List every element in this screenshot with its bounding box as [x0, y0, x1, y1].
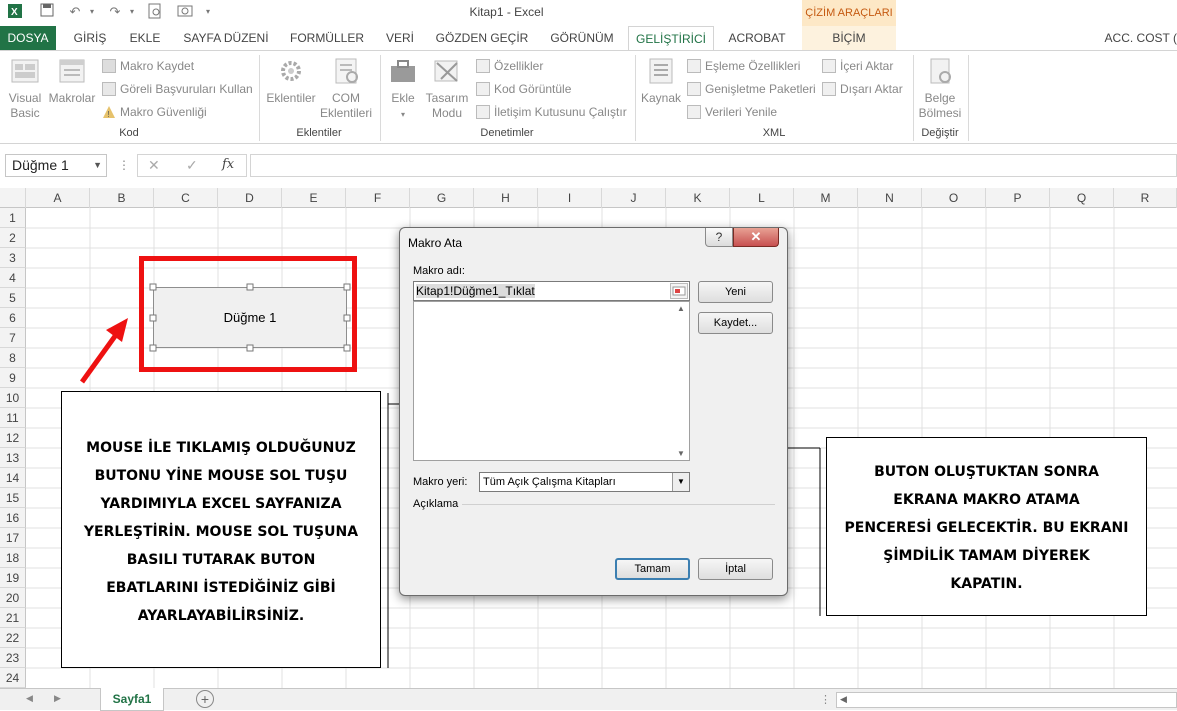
note-line: PENCERESİ GELECEKTİR. BU EKRANI — [844, 520, 1129, 536]
assign-macro-dialog: Makro Ata ? ✕ Makro adı: Kitap1!Düğme1_T… — [399, 227, 788, 596]
tab-split-handle[interactable]: ⋮ — [820, 693, 831, 706]
note-line: BUTON OLUŞTUKTAN SONRA — [874, 464, 1099, 480]
dialog-title: Makro Ata — [408, 236, 463, 250]
note-line: BUTONU YİNE MOUSE SOL TUŞU — [94, 468, 348, 484]
add-sheet-icon[interactable]: + — [196, 690, 214, 708]
sheet-tab-active[interactable]: Sayfa1 — [100, 688, 164, 711]
note-line: AYARLAYABİLİRSİNİZ. — [137, 608, 305, 624]
note-line: KAPATIN. — [950, 576, 1023, 592]
range-select-icon[interactable] — [670, 283, 688, 299]
description-label: Açıklama — [413, 498, 459, 510]
chevron-down-icon[interactable]: ▼ — [672, 473, 689, 491]
macro-name-input[interactable]: Kitap1!Düğme1_Tıklat — [413, 281, 690, 301]
scroll-left-icon[interactable]: ◀ — [840, 694, 847, 705]
note-line: MOUSE İLE TIKLAMIŞ OLDUĞUNUZ — [86, 440, 356, 456]
close-button[interactable]: ✕ — [733, 228, 779, 247]
next-sheet-icon[interactable]: ▶ — [54, 693, 61, 704]
macro-location-select[interactable]: Tüm Açık Çalışma Kitapları ▼ — [479, 472, 690, 492]
sheet-tabs-bar: ◀ ▶ Sayfa1 + ⋮ ◀ — [0, 688, 1177, 711]
macro-name-label: Makro adı: — [413, 265, 465, 277]
note-line: ŞİMDİLİK TAMAM DİYEREK — [883, 548, 1090, 564]
macro-location-label: Makro yeri: — [413, 476, 468, 488]
note-line: EBATLARINI İSTEDİĞİNİZ GİBİ — [106, 580, 336, 596]
macro-name-value: Kitap1!Düğme1_Tıklat — [416, 284, 535, 298]
scroll-down-icon[interactable]: ▼ — [677, 449, 685, 458]
horizontal-scrollbar[interactable]: ◀ — [836, 692, 1177, 708]
note-line: YARDIMIYLA EXCEL SAYFANIZA — [100, 496, 342, 512]
note-line: YERLEŞTİRİN. MOUSE SOL TUŞUNA — [83, 524, 359, 540]
scroll-up-icon[interactable]: ▲ — [677, 304, 685, 313]
description-divider — [462, 504, 775, 505]
help-button[interactable]: ? — [705, 228, 733, 247]
prev-sheet-icon[interactable]: ◀ — [26, 693, 33, 704]
note-line: BASILI TUTARAK BUTON — [126, 552, 316, 568]
new-macro-button[interactable]: Yeni — [698, 281, 773, 303]
record-macro-button[interactable]: Kaydet... — [698, 312, 773, 334]
macro-location-value: Tüm Açık Çalışma Kitapları — [483, 476, 616, 488]
instruction-note-right: BUTON OLUŞTUKTAN SONRA EKRANA MAKRO ATAM… — [826, 437, 1147, 616]
cancel-button[interactable]: İptal — [698, 558, 773, 580]
note-line: EKRANA MAKRO ATAMA — [893, 492, 1080, 508]
list-scrollbar[interactable]: ▲ ▼ — [675, 302, 689, 460]
instruction-note-left: MOUSE İLE TIKLAMIŞ OLDUĞUNUZ BUTONU YİNE… — [61, 391, 381, 668]
ok-button[interactable]: Tamam — [615, 558, 690, 580]
macro-list[interactable]: ▲ ▼ — [413, 301, 690, 461]
